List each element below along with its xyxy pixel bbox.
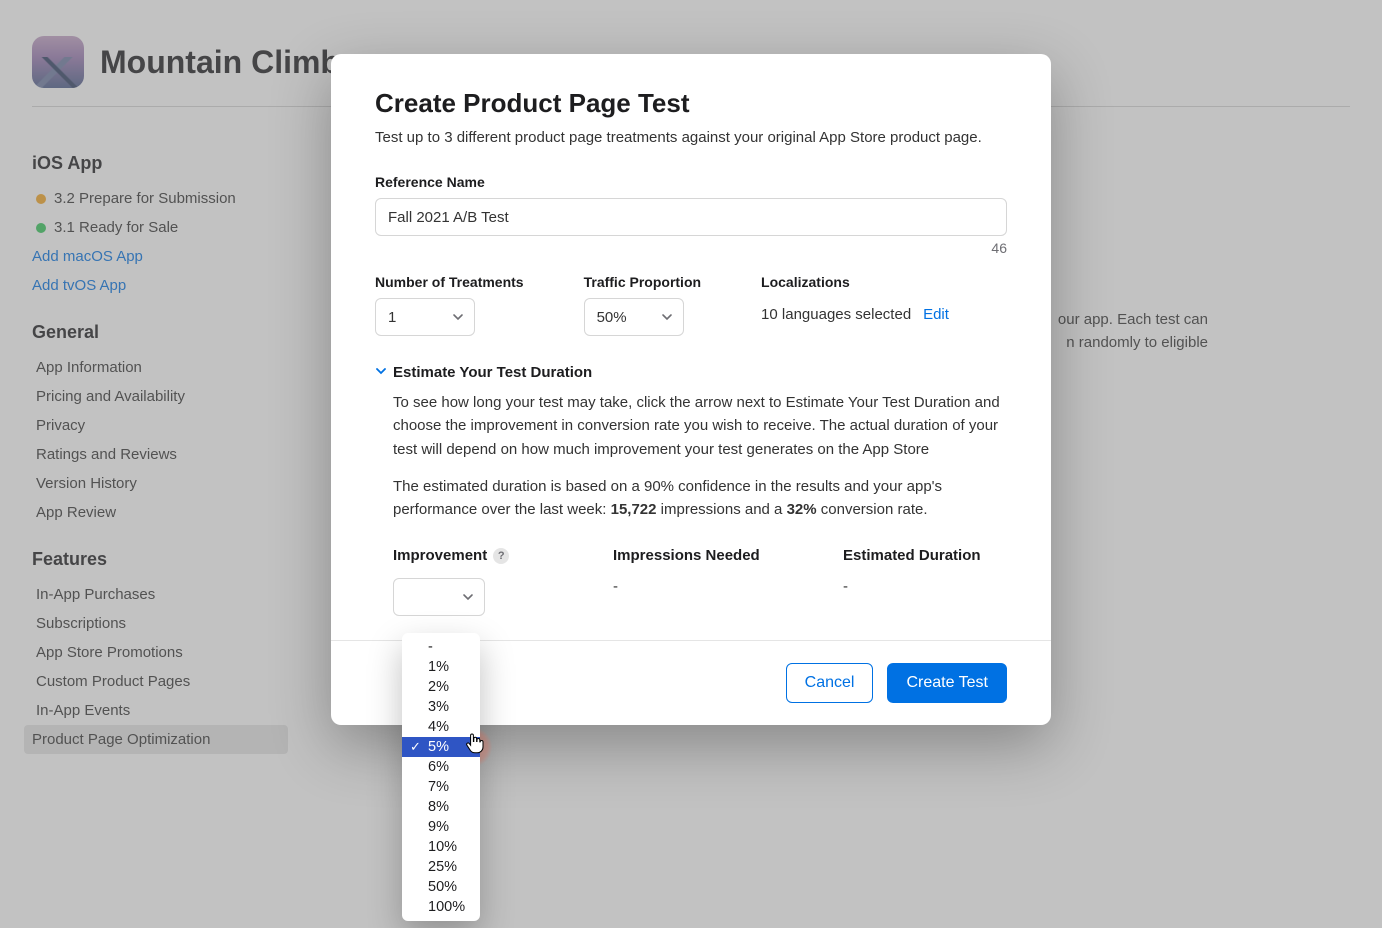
dropdown-option[interactable]: 9% xyxy=(402,817,480,837)
dropdown-option[interactable]: 25% xyxy=(402,857,480,877)
traffic-value: 50% xyxy=(597,309,627,326)
localizations-edit-link[interactable]: Edit xyxy=(923,306,949,323)
localizations-label: Localizations xyxy=(761,274,949,290)
dropdown-option[interactable]: 4% xyxy=(402,717,480,737)
reference-name-label: Reference Name xyxy=(375,174,1007,190)
improvement-select[interactable] xyxy=(393,578,485,616)
dropdown-option[interactable]: 10% xyxy=(402,837,480,857)
dropdown-option[interactable]: 50% xyxy=(402,877,480,897)
dropdown-option[interactable]: 100% xyxy=(402,897,480,917)
modal-backdrop: Create Product Page Test Test up to 3 di… xyxy=(0,0,1382,928)
reference-name-count: 46 xyxy=(375,240,1007,256)
impressions-needed-label: Impressions Needed xyxy=(613,547,760,564)
treatments-value: 1 xyxy=(388,309,396,326)
dropdown-option[interactable]: 6% xyxy=(402,757,480,777)
dropdown-option[interactable]: - xyxy=(402,637,480,657)
improvement-value xyxy=(406,589,410,606)
estimate-header: Estimate Your Test Duration xyxy=(393,364,592,381)
treatments-select[interactable]: 1 xyxy=(375,298,475,336)
traffic-label: Traffic Proportion xyxy=(584,274,701,290)
estimate-paragraph-1: To see how long your test may take, clic… xyxy=(393,391,1007,461)
estimated-duration-label: Estimated Duration xyxy=(843,547,981,564)
estimate-paragraph-2: The estimated duration is based on a 90%… xyxy=(393,475,1007,522)
treatments-label: Number of Treatments xyxy=(375,274,524,290)
traffic-select[interactable]: 50% xyxy=(584,298,684,336)
estimate-disclosure[interactable]: Estimate Your Test Duration xyxy=(375,364,1007,381)
create-test-modal: Create Product Page Test Test up to 3 di… xyxy=(331,54,1051,725)
improvement-label: Improvement xyxy=(393,547,487,564)
cancel-button[interactable]: Cancel xyxy=(786,663,874,703)
help-icon[interactable]: ? xyxy=(493,548,509,564)
chevron-down-icon xyxy=(462,591,474,603)
improvement-dropdown: -1%2%3%4%5%6%7%8%9%10%25%50%100% xyxy=(402,633,480,921)
modal-subtitle: Test up to 3 different product page trea… xyxy=(375,129,1007,146)
chevron-down-icon xyxy=(375,364,387,381)
dropdown-option[interactable]: 3% xyxy=(402,697,480,717)
dropdown-option[interactable]: 8% xyxy=(402,797,480,817)
dropdown-option[interactable]: 2% xyxy=(402,677,480,697)
dropdown-option[interactable]: 5% xyxy=(402,737,480,757)
chevron-down-icon xyxy=(661,311,673,323)
dropdown-option[interactable]: 7% xyxy=(402,777,480,797)
reference-name-input[interactable] xyxy=(375,198,1007,236)
chevron-down-icon xyxy=(452,311,464,323)
dropdown-option[interactable]: 1% xyxy=(402,657,480,677)
estimated-duration-value: - xyxy=(843,578,1007,595)
modal-title: Create Product Page Test xyxy=(375,88,1007,119)
create-test-button[interactable]: Create Test xyxy=(887,663,1007,703)
impressions-needed-value: - xyxy=(613,578,843,595)
localizations-text: 10 languages selected xyxy=(761,306,911,323)
